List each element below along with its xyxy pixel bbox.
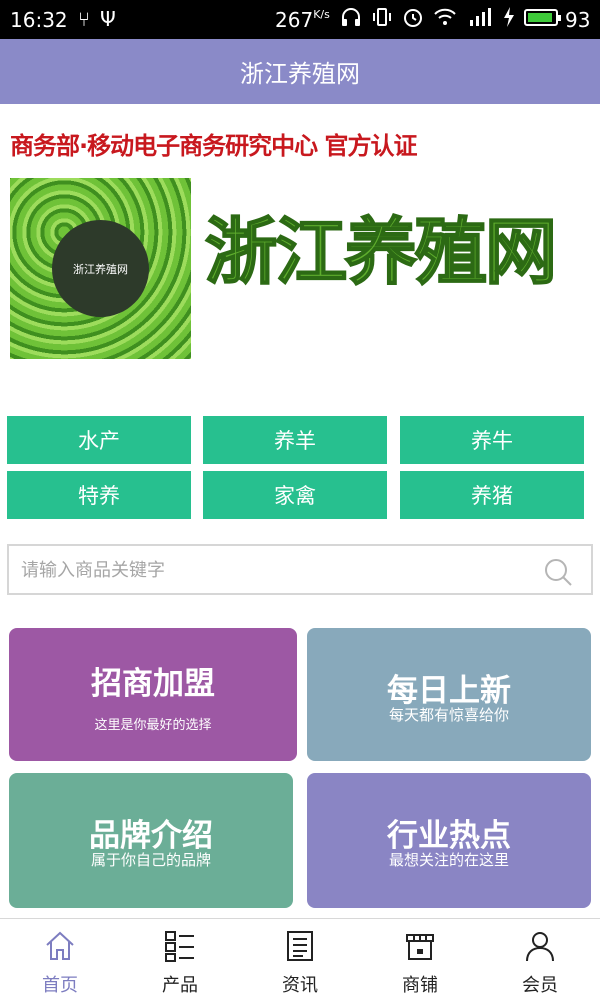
news-icon — [287, 931, 313, 961]
tab-shops[interactable]: 商铺 — [360, 919, 480, 1000]
alarm-icon — [404, 9, 422, 27]
category-button-pig[interactable]: 养猪 — [400, 471, 584, 519]
category-button-cattle[interactable]: 养牛 — [400, 416, 584, 464]
card-subtitle: 每天都有惊喜给你 — [388, 706, 509, 724]
card-subtitle: 属于你自己的品牌 — [90, 851, 211, 869]
bottom-tab-bar: 首页 产品 资讯 商铺 会员 — [0, 918, 600, 1000]
battery-level: 93 — [565, 8, 591, 32]
search-icon[interactable] — [543, 557, 573, 587]
card-brand-intro[interactable]: 品牌介绍 属于你自己的品牌 — [9, 773, 293, 908]
app-header: 浙江养殖网 — [0, 39, 600, 104]
status-bar: 16:32 ⑂ Ψ 267K/s 93 — [0, 0, 600, 39]
tab-label: 首页 — [42, 975, 78, 996]
clock: 16:32 — [10, 8, 68, 32]
usb-icon: Ψ — [100, 7, 116, 31]
wifi-icon — [434, 8, 456, 25]
vibrate-icon — [373, 8, 391, 26]
card-franchise[interactable]: 招商加盟 这里是你最好的选择 — [9, 628, 297, 761]
home-icon — [46, 931, 74, 960]
card-daily-new[interactable]: 每日上新 每天都有惊喜给你 — [307, 628, 591, 761]
card-subtitle: 这里是你最好的选择 — [94, 718, 212, 733]
card-subtitle: 最想关注的在这里 — [388, 851, 509, 869]
tab-label: 产品 — [162, 975, 198, 996]
charging-icon — [504, 7, 514, 27]
search-bar — [7, 544, 593, 595]
tab-label: 商铺 — [402, 975, 438, 996]
grid-list-icon — [165, 931, 194, 962]
card-title: 招商加盟 — [91, 666, 215, 702]
tab-label: 会员 — [522, 975, 558, 996]
tab-member[interactable]: 会员 — [480, 919, 600, 1000]
category-button-special[interactable]: 特养 — [7, 471, 191, 519]
category-button-sheep[interactable]: 养羊 — [203, 416, 387, 464]
certification-text: 商务部·移动电子商务研究中心 官方认证 — [10, 132, 417, 160]
page-title: 浙江养殖网 — [240, 60, 360, 88]
tab-news[interactable]: 资讯 — [240, 919, 360, 1000]
battery-icon — [524, 8, 561, 26]
network-speed: 267K/s — [275, 8, 330, 32]
tab-home[interactable]: 首页 — [0, 919, 120, 1000]
user-icon — [526, 932, 554, 962]
logo-image: 浙江养殖网 — [10, 178, 191, 359]
logo-large-text: 浙江养殖网 — [204, 210, 558, 294]
logo-small-text: 浙江养殖网 — [52, 220, 149, 317]
category-button-aquatic[interactable]: 水产 — [7, 416, 191, 464]
card-industry-hot[interactable]: 行业热点 最想关注的在这里 — [307, 773, 591, 908]
headphones-icon — [342, 8, 360, 26]
share-icon: ⑂ — [78, 7, 90, 31]
shop-icon — [406, 934, 434, 960]
signal-4g-icon — [470, 8, 491, 26]
search-input[interactable] — [21, 554, 521, 586]
category-button-poultry[interactable]: 家禽 — [203, 471, 387, 519]
tab-products[interactable]: 产品 — [120, 919, 240, 1000]
tab-label: 资讯 — [282, 975, 318, 996]
